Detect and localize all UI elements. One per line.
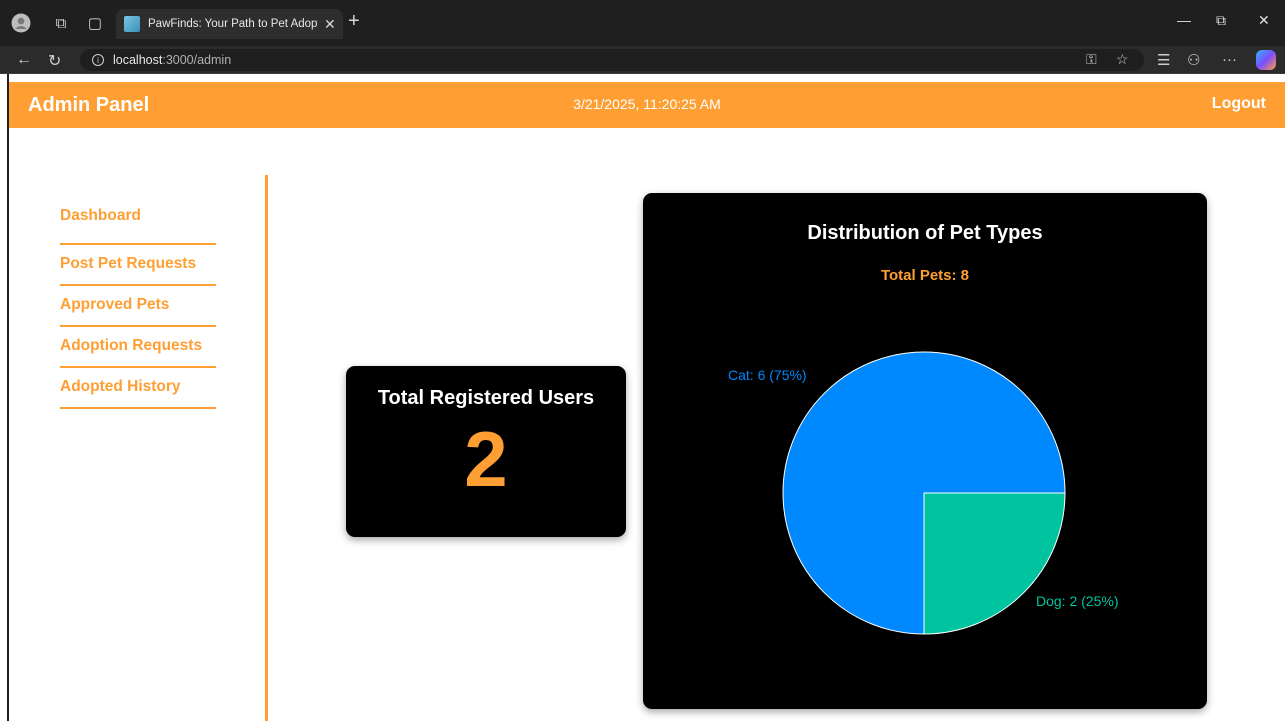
tab-title: PawFinds: Your Path to Pet Adoption [148,18,318,30]
pie-label-dog: Dog: 2 (25%) [1036,593,1118,609]
sidebar-item-approved-pets[interactable]: Approved Pets [60,286,216,327]
browser-tab[interactable]: PawFinds: Your Path to Pet Adoption ✕ [116,9,343,39]
pie-label-cat: Cat: 6 (75%) [728,367,807,383]
tab-actions-icon[interactable]: ▢ [84,12,106,34]
sidebar-item-dashboard[interactable]: Dashboard [60,204,216,245]
workspaces-icon[interactable]: ⧉ [50,12,72,34]
close-window-icon[interactable]: ✕ [1258,12,1270,29]
new-tab-icon[interactable]: + [348,10,360,33]
sidebar-nav: Dashboard Post Pet Requests Approved Pet… [60,204,216,409]
total-users-count: 2 [464,415,508,503]
site-info-icon[interactable]: i [92,54,104,66]
back-icon[interactable]: ← [16,51,32,69]
pet-types-chart-card: Distribution of Pet Types Total Pets: 8 … [643,193,1207,709]
favorite-star-icon[interactable]: ☆ [1116,51,1129,68]
minimize-icon[interactable]: — [1177,12,1191,28]
admin-header: Admin Panel 3/21/2025, 11:20:25 AM Logou… [9,82,1285,128]
current-datetime: 3/21/2025, 11:20:25 AM [573,96,721,112]
extensions-icon[interactable]: ⚇ [1187,51,1200,69]
pie-slice-dog[interactable] [923,492,1066,635]
logout-button[interactable]: Logout [1212,95,1266,113]
sidebar-item-adopted-history[interactable]: Adopted History [60,368,216,409]
restore-icon[interactable]: ⧉ [1216,12,1226,29]
browser-tab-bar: ⧉ ▢ PawFinds: Your Path to Pet Adoption … [0,0,1285,46]
copilot-icon[interactable] [1256,50,1276,70]
more-options-icon[interactable]: ··· [1222,51,1237,68]
close-tab-icon[interactable]: ✕ [324,16,336,33]
key-icon[interactable]: ⚿ [1086,51,1097,68]
site-favicon-icon [124,16,140,32]
sidebar-divider [265,175,268,721]
profile-icon[interactable] [10,12,32,34]
url-text: localhost:3000/admin [113,53,232,67]
favorites-icon[interactable]: ☰ [1157,51,1170,69]
refresh-icon[interactable]: ↻ [48,51,61,71]
url-field[interactable]: i localhost:3000/admin ⚿ ☆ [80,49,1144,71]
total-users-card: Total Registered Users 2 [346,366,626,537]
address-bar: ← ↻ i localhost:3000/admin ⚿ ☆ ☰ ⚇ ··· [0,46,1285,74]
pie-chart: Cat: 6 (75%) Dog: 2 (25%) [728,351,1118,635]
admin-app: Admin Panel 3/21/2025, 11:20:25 AM Logou… [9,82,1285,721]
total-users-label: Total Registered Users [377,387,595,409]
sidebar-item-post-pet-requests[interactable]: Post Pet Requests [60,245,216,286]
sidebar-item-adoption-requests[interactable]: Adoption Requests [60,327,216,368]
